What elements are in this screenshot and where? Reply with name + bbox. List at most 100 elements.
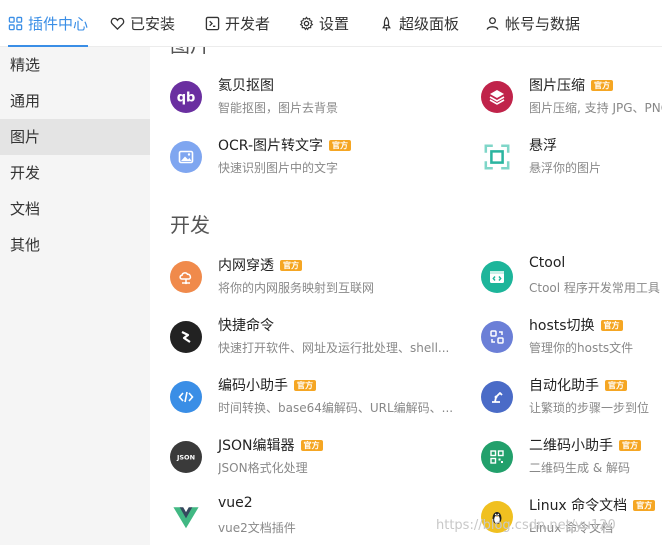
gear-icon [299,15,314,30]
plugin-description: 快速识别图片中的文字 [218,161,339,175]
qr-code-icon [481,441,513,473]
plugin-name: 内网穿透 [218,258,274,274]
plugin-name-row: 快捷命令 [218,315,274,335]
tab-label: 超级面板 [399,14,460,33]
plugin-name: 悬浮 [529,138,557,154]
plugin-card[interactable]: 自动化助手 官方 让繁琐的步骤一步到位 [481,377,662,417]
sidebar-item-image[interactable]: 图片 [0,119,150,155]
official-badge: 官方 [300,439,323,451]
official-badge: 官方 [280,259,302,271]
plugin-name: vue2 [218,495,253,511]
plugin-name: 编码小助手 [218,378,288,394]
sidebar-item-development[interactable]: 开发 [0,155,150,191]
plugin-card[interactable]: OCR-图片转文字 官方 快速识别图片中的文字 [170,137,460,177]
plugin-name-row: Linux 命令文档 官方 [529,495,656,515]
plugin-description: vue2文档插件 [218,521,296,535]
tab-label: 已安装 [130,14,176,33]
plugin-name: 图片压缩 [529,78,585,94]
plugin-description: 二维码生成 & 解码 [529,461,630,475]
plugin-name: 自动化助手 [529,378,599,394]
terminal-icon [205,16,220,30]
sidebar-item-label: 其他 [10,236,41,254]
plugin-card[interactable]: 编码小助手 官方 时间转换、base64编解码、URL编解码、... [170,377,460,417]
plugin-name: 快捷命令 [218,318,274,334]
tab-label: 帐号与数据 [505,14,581,33]
svg-text:qb: qb [177,91,196,106]
qb-logo-icon: qb [170,81,202,113]
json-icon: JSON [170,441,202,473]
lightning-icon [170,321,202,353]
float-squares-icon [481,141,513,173]
section-title-image: 图片 [170,47,210,58]
plugin-description: 图片压缩, 支持 JPG、PNG [529,101,662,115]
sidebar-item-featured[interactable]: 精选 [0,47,150,83]
plugin-card[interactable]: vue2 vue2文档插件 [170,495,460,537]
plugin-card[interactable]: 内网穿透 官方 将你的内网服务映射到互联网 [170,257,460,297]
plugin-card[interactable]: hosts切换 官方 管理你的hosts文件 [481,317,662,357]
plugin-name: 二维码小助手 [529,438,613,454]
plugin-name-row: 悬浮 [529,135,557,155]
rocket-icon [382,16,391,31]
plugin-card[interactable]: 二维码小助手 官方 二维码生成 & 解码 [481,437,662,477]
watermark: https://blog.csdn.net/yu120 [436,518,616,533]
sidebar-item-label: 图片 [10,128,41,146]
tab-label: 开发者 [225,14,271,33]
layers-icon [481,81,513,113]
tab-label: 插件中心 [28,14,89,33]
top-nav: 插件中心 已安装 开发者 设置 超级面板 帐号与数据 [0,0,662,47]
tab-super-panel[interactable]: 超级面板 [379,0,459,46]
plugin-description: Ctool 程序开发常用工具 [529,281,660,295]
sidebar-item-documents[interactable]: 文档 [0,191,150,227]
sidebar-item-general[interactable]: 通用 [0,83,150,119]
plugin-name: 氦贝抠图 [218,78,274,94]
tab-plugin-center[interactable]: 插件中心 [8,0,89,47]
plugin-card[interactable]: JSON JSON编辑器 官方 JSON格式化处理 [170,437,460,477]
plugin-description: 让繁琐的步骤一步到位 [529,401,650,415]
plugin-name-row: hosts切换 官方 [529,315,623,335]
plugin-description: 快速打开软件、网址及运行批处理、shell... [218,341,450,355]
plugin-description: 将你的内网服务映射到互联网 [218,281,375,295]
plugin-card[interactable]: 悬浮 悬浮你的图片 [481,137,662,177]
plugin-card[interactable]: 图片压缩 官方 图片压缩, 支持 JPG、PNG [481,77,662,117]
plugin-description: 悬浮你的图片 [529,161,602,175]
code-window-icon [481,261,513,293]
section-title-development: 开发 [170,213,210,237]
tab-account-data[interactable]: 帐号与数据 [485,0,580,46]
plugin-name-row: 氦贝抠图 [218,75,274,95]
plugin-name: Ctool [529,255,566,271]
plugin-name-row: 编码小助手 官方 [218,375,316,395]
code-icon [170,381,202,413]
category-sidebar: 精选 通用 图片 开发 文档 其他 [0,47,150,545]
official-badge: 官方 [600,319,623,331]
official-badge: 官方 [591,79,613,91]
plugin-card[interactable]: Ctool Ctool 程序开发常用工具 [481,255,662,297]
plugin-name-row: JSON编辑器 官方 [218,435,323,455]
plugin-name-row: OCR-图片转文字 官方 [218,135,352,155]
plugin-name: JSON编辑器 [218,438,295,454]
user-icon [486,16,499,30]
sidebar-item-label: 开发 [10,164,41,182]
heart-icon [110,17,125,30]
plugin-name-row: vue2 [218,495,253,511]
tab-installed[interactable]: 已安装 [110,0,175,46]
official-badge: 官方 [619,439,641,451]
plugin-name: OCR-图片转文字 [218,138,324,154]
grid-icon [8,16,23,30]
plugin-description: 智能抠图，图片去背景 [218,101,339,115]
official-badge: 官方 [605,379,627,391]
tab-settings[interactable]: 设置 [299,0,349,46]
svg-text:JSON: JSON [176,454,195,462]
sidebar-item-label: 通用 [10,92,41,110]
plugin-description: 时间转换、base64编解码、URL编解码、... [218,401,454,415]
plugin-name-row: 图片压缩 官方 [529,75,613,95]
plugin-description: JSON格式化处理 [218,461,308,475]
cloud-network-icon [170,261,202,293]
plugin-name-row: 自动化助手 官方 [529,375,627,395]
tab-developer[interactable]: 开发者 [205,0,270,46]
plugin-card[interactable]: 快捷命令 快速打开软件、网址及运行批处理、shell... [170,317,460,357]
plugin-card[interactable]: qb 氦贝抠图 智能抠图，图片去背景 [170,77,460,117]
robot-arm-icon [481,381,513,413]
plugin-name-row: 内网穿透 官方 [218,255,302,275]
sidebar-item-other[interactable]: 其他 [0,227,150,263]
vue-logo-icon [170,501,202,533]
